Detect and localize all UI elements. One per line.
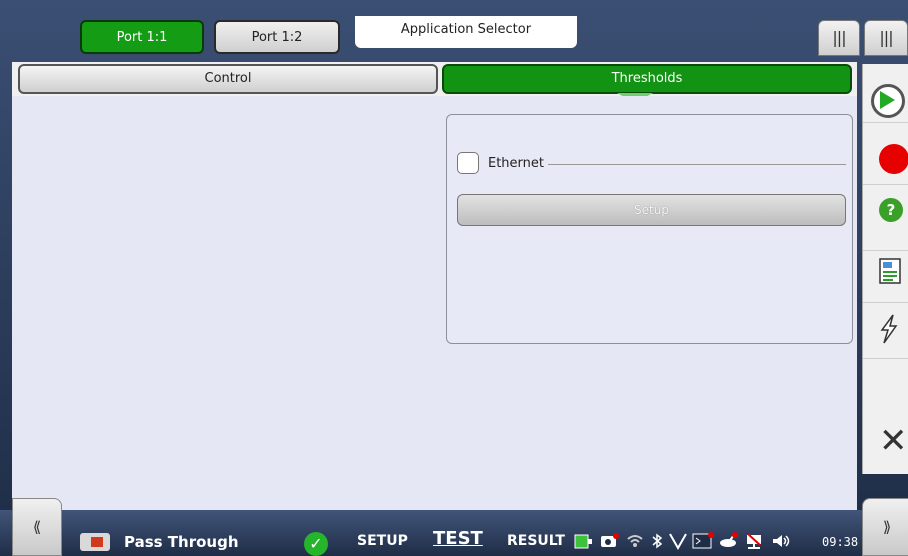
- setup-button[interactable]: Setup: [457, 194, 846, 226]
- tab-row: Control Thresholds: [12, 62, 857, 96]
- report-icon: [879, 258, 901, 284]
- ethernet-label: Ethernet: [488, 156, 544, 171]
- tab-port-1-1[interactable]: Port 1:1: [80, 20, 204, 54]
- tab-thresholds[interactable]: Thresholds: [442, 64, 852, 94]
- help-button[interactable]: ?: [863, 190, 908, 251]
- bluetooth-icon: [650, 532, 664, 554]
- satellite-icon: [718, 532, 740, 554]
- right-sidebar: ? ✕: [862, 64, 908, 474]
- menu-grip-icon[interactable]: |||: [818, 20, 860, 56]
- play-triangle-icon: [880, 91, 895, 109]
- camera-icon: [600, 532, 620, 554]
- terminal-icon: [692, 532, 714, 554]
- mode-test[interactable]: TEST: [433, 528, 483, 549]
- expand-right-button[interactable]: ⟫: [862, 498, 908, 556]
- mode-setup[interactable]: SETUP: [357, 533, 408, 549]
- record-icon: [879, 144, 908, 174]
- event-button[interactable]: [863, 302, 908, 359]
- battery-icon: [574, 532, 594, 554]
- record-button[interactable]: [863, 136, 908, 185]
- wifi-icon: [626, 532, 644, 554]
- menu-grip-right-icon[interactable]: |||: [864, 20, 908, 56]
- close-button[interactable]: ✕: [863, 412, 908, 472]
- status-ok-icon: ✓: [304, 532, 328, 556]
- speaker-icon: [770, 532, 792, 554]
- close-icon: ✕: [879, 421, 908, 461]
- report-button[interactable]: [863, 250, 908, 303]
- top-bar: Port 1:1 Port 1:2 Application Selector |…: [0, 0, 908, 64]
- application-selector-button[interactable]: Application Selector: [355, 16, 577, 48]
- v-icon: [668, 532, 688, 554]
- section-divider: [548, 164, 846, 165]
- tab-control[interactable]: Control: [18, 64, 438, 94]
- network-icon: [744, 532, 764, 554]
- lightning-icon: [880, 314, 898, 344]
- mode-result[interactable]: RESULT: [507, 533, 565, 549]
- ethernet-checkbox[interactable]: [457, 152, 479, 174]
- thresholds-panel: [446, 114, 853, 344]
- application-name: Pass Through: [124, 533, 239, 551]
- start-test-button[interactable]: [863, 78, 908, 123]
- tab-port-1-2[interactable]: Port 1:2: [214, 20, 340, 54]
- application-icon: [80, 533, 110, 551]
- help-icon: ?: [879, 198, 903, 222]
- clock: 09:38: [822, 535, 859, 549]
- collapse-left-button[interactable]: ⟪: [12, 498, 62, 556]
